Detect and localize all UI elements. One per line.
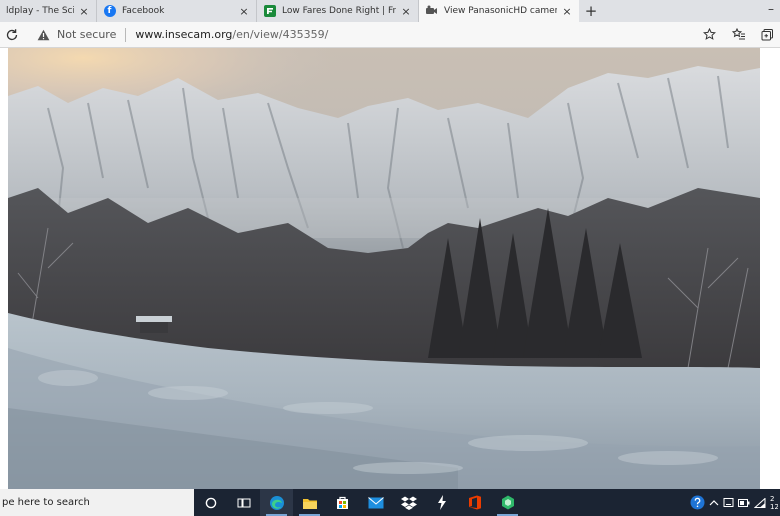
tab-title: ldplay - The Scientist xyxy=(6,6,74,16)
dropbox-icon xyxy=(400,496,417,510)
system-tray: 2 12 xyxy=(690,495,780,511)
dropbox-button[interactable] xyxy=(392,489,425,516)
task-view-icon xyxy=(237,498,250,507)
tab-title: View PanasonicHD camera in Jap xyxy=(444,6,557,16)
bolt-app-button[interactable] xyxy=(425,489,458,516)
refresh-icon xyxy=(6,28,18,40)
green-app-icon xyxy=(501,495,514,510)
url-text[interactable]: www.insecam.org/en/view/435359/ xyxy=(135,28,328,41)
windows-taskbar: pe here to search 2 12 xyxy=(0,489,780,516)
store-button[interactable] xyxy=(326,489,359,516)
taskbar-search-input[interactable]: pe here to search xyxy=(0,489,194,516)
frontier-icon xyxy=(263,5,276,18)
office-button[interactable] xyxy=(458,489,491,516)
task-view-button[interactable] xyxy=(227,489,260,516)
divider xyxy=(125,27,127,42)
tab-title: Low Fares Done Right | Frontier A xyxy=(282,6,396,16)
mail-icon xyxy=(367,496,384,508)
mail-button[interactable] xyxy=(359,489,392,516)
address-bar[interactable]: Not secure www.insecam.org/en/view/43535… xyxy=(23,24,694,46)
security-label: Not secure xyxy=(57,28,117,41)
help-icon[interactable] xyxy=(690,495,705,510)
tab-insecam[interactable]: View PanasonicHD camera in Jap × xyxy=(419,0,579,22)
camera-icon xyxy=(425,5,438,18)
taskbar-clock[interactable]: 2 12 xyxy=(770,495,778,511)
cortana-icon xyxy=(205,497,216,508)
star-icon xyxy=(702,28,716,40)
close-icon[interactable]: × xyxy=(400,5,412,18)
tab-frontier[interactable]: Low Fares Done Right | Frontier A × xyxy=(257,0,419,22)
office-icon xyxy=(468,495,481,510)
file-explorer-icon xyxy=(302,498,317,509)
favorite-star-button[interactable] xyxy=(694,24,724,46)
store-icon xyxy=(337,496,348,509)
green-app-button[interactable] xyxy=(491,489,524,516)
bolt-app-icon xyxy=(437,495,446,510)
close-icon[interactable]: × xyxy=(561,5,573,18)
new-tab-button[interactable]: + xyxy=(579,0,603,22)
warning-icon[interactable] xyxy=(37,29,53,41)
browser-toolbar: Not secure www.insecam.org/en/view/43535… xyxy=(0,22,780,48)
camera-feed-image xyxy=(8,48,760,489)
battery-icon[interactable] xyxy=(738,498,750,508)
tab-strip: ldplay - The Scientist × f Facebook × Lo… xyxy=(0,0,780,22)
tab-facebook[interactable]: f Facebook × xyxy=(97,0,257,22)
chevron-up-icon[interactable] xyxy=(709,499,719,507)
edge-taskbar-button[interactable] xyxy=(260,489,293,516)
file-explorer-button[interactable] xyxy=(293,489,326,516)
minimize-button[interactable]: – xyxy=(768,2,774,16)
refresh-button[interactable] xyxy=(1,24,23,46)
collections-icon xyxy=(761,29,773,41)
tablet-icon[interactable] xyxy=(723,497,734,508)
favorites-list-icon xyxy=(732,28,745,40)
favorites-button[interactable] xyxy=(724,24,754,46)
close-icon[interactable]: × xyxy=(78,5,90,18)
page-content xyxy=(0,48,780,489)
edge-icon xyxy=(269,495,284,510)
tab-title: Facebook xyxy=(122,6,165,16)
facebook-icon: f xyxy=(103,5,116,18)
tab-coldplay[interactable]: ldplay - The Scientist × xyxy=(0,0,97,22)
wifi-icon[interactable] xyxy=(754,497,766,508)
close-icon[interactable]: × xyxy=(238,5,250,18)
cortana-button[interactable] xyxy=(194,489,227,516)
collections-button[interactable] xyxy=(754,24,780,46)
